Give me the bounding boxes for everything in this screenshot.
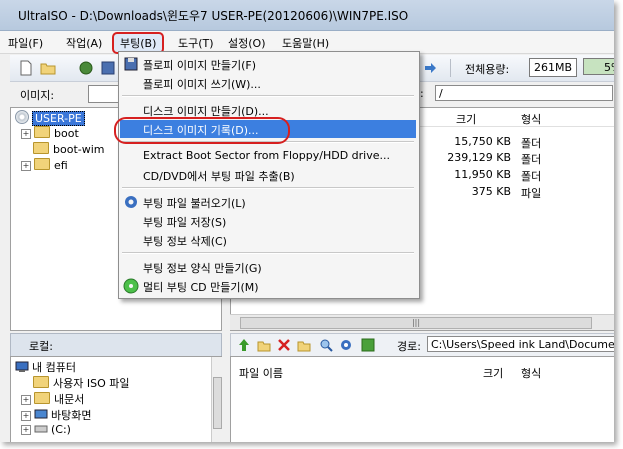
delete-icon[interactable] (277, 338, 291, 352)
window-title: UltraISO - D:\Downloads\윈도우7 USER-PE(201… (18, 9, 409, 23)
menu-item-make-multiboot-cd[interactable]: 멀티 부팅 CD 만들기(M) (120, 277, 416, 295)
expand-icon[interactable]: + (21, 129, 31, 139)
new-folder-icon[interactable] (257, 338, 271, 352)
menu-item-load-boot-file[interactable]: 부팅 파일 불러오기(L) (120, 193, 416, 211)
scroll-thumb[interactable] (213, 377, 222, 429)
expand-icon[interactable]: + (21, 395, 31, 405)
local-file-list: 파일 이름 크기 형식 (230, 356, 614, 442)
toolbar-separator (450, 59, 451, 77)
extract-icon[interactable] (78, 60, 94, 76)
menu-item-extract-boot-sector[interactable]: Extract Boot Sector from Floppy/HDD driv… (120, 147, 416, 165)
folder-icon (34, 392, 50, 404)
refresh-icon[interactable] (361, 338, 375, 352)
folder-icon (33, 142, 49, 154)
desktop-icon (34, 409, 48, 419)
menu-actions[interactable]: 작업(A) (66, 35, 102, 51)
local-path-field[interactable]: C:\Users\Speed ink Land\Documents (427, 336, 614, 352)
column-size[interactable]: 크기 (483, 365, 503, 381)
menu-separator (122, 252, 414, 254)
menu-separator (122, 187, 414, 189)
menu-help[interactable]: 도움말(H) (282, 35, 329, 51)
column-type[interactable]: 형식 (521, 365, 541, 381)
folder-icon (33, 376, 49, 388)
menu-item-make-floppy-image[interactable]: 플로피 이미지 만들기(F) (120, 55, 416, 73)
menu-item-write-floppy-image[interactable]: 플로피 이미지 쓰기(W)... (120, 74, 416, 92)
expand-icon[interactable]: + (21, 411, 31, 421)
save-icon[interactable] (100, 60, 116, 76)
scroll-thumb[interactable]: ||| (240, 317, 592, 329)
column-size[interactable]: 크기 (456, 111, 476, 127)
tree-item-my-documents[interactable]: + 내문서 (21, 391, 84, 407)
tree-item-desktop[interactable]: + 바탕화면 (21, 407, 91, 423)
local-label: 로컬: (29, 340, 53, 353)
ultraiso-window: UltraISO - D:\Downloads\윈도우7 USER-PE(201… (0, 0, 614, 442)
local-toolbar: 경로: C:\Users\Speed ink Land\Documents (230, 333, 614, 357)
column-type[interactable]: 형식 (521, 111, 541, 127)
menu-item-extract-boot-file[interactable]: CD/DVD에서 부팅 파일 추출(B) (120, 166, 416, 184)
next-arrow-icon[interactable] (422, 60, 438, 76)
expand-icon[interactable]: + (21, 161, 31, 171)
title-bar: UltraISO - D:\Downloads\윈도우7 USER-PE(201… (0, 0, 614, 31)
tree-item-my-computer[interactable]: 내 컴퓨터 (15, 359, 76, 375)
image-type-field[interactable] (88, 85, 120, 103)
computer-icon (15, 361, 29, 372)
tree-item-boot-wim[interactable]: boot-wim (33, 142, 105, 158)
local-header: 로컬: (10, 333, 222, 357)
drive-icon (34, 425, 48, 433)
iso-path-field[interactable]: / (435, 85, 613, 101)
up-arrow-icon[interactable] (237, 338, 251, 352)
menu-file[interactable]: 파일(F) (8, 35, 43, 51)
menu-item-make-boot-info-template[interactable]: 부팅 정보 양식 만들기(G) (120, 258, 416, 276)
capacity-value: 261MB (529, 58, 577, 77)
boot-dropdown-menu: 플로피 이미지 만들기(F) 플로피 이미지 쓰기(W)... 디스크 이미지 … (118, 51, 420, 299)
tree-root[interactable]: USER-PE (15, 110, 85, 126)
local-tree: 내 컴퓨터 사용자 ISO 파일 + 내문서 + 바탕화면 + (C:) (10, 356, 222, 442)
new-file-icon[interactable] (18, 60, 34, 76)
annotation-highlight-oval (114, 117, 290, 144)
usage-percent: 5% (583, 58, 614, 75)
tree-item-boot[interactable]: + boot (21, 126, 79, 142)
menu-options[interactable]: 설정(O) (228, 35, 265, 51)
horizontal-scrollbar[interactable]: ||| (230, 314, 614, 330)
open-folder-icon[interactable] (40, 60, 56, 76)
folder-icon (34, 126, 50, 138)
cd-icon (15, 110, 29, 124)
capacity-label: 전체용량: (465, 63, 510, 76)
folder-icon[interactable] (297, 338, 311, 352)
tree-item-drive-c[interactable]: + (C:) (21, 423, 71, 439)
menu-separator (122, 95, 414, 97)
folder-icon (34, 158, 50, 170)
vertical-scrollbar[interactable] (211, 357, 222, 442)
iso-path-label: : (420, 87, 424, 100)
tree-item-efi[interactable]: + efi (21, 158, 68, 174)
tree-item-user-iso[interactable]: 사용자 ISO 파일 (33, 375, 129, 391)
expand-icon[interactable]: + (21, 425, 31, 435)
menu-item-clear-boot-info[interactable]: 부팅 정보 삭제(C) (120, 231, 416, 249)
column-filename[interactable]: 파일 이름 (239, 365, 283, 381)
image-label: 이미지: (20, 89, 55, 102)
local-path-label: 경로: (397, 340, 421, 353)
gear-icon[interactable] (339, 338, 353, 352)
menu-item-save-boot-file[interactable]: 부팅 파일 저장(S) (120, 212, 416, 230)
green-disc-icon (123, 278, 139, 294)
gear-icon (125, 196, 137, 208)
tree-root-label: USER-PE (32, 111, 85, 126)
menu-tools[interactable]: 도구(T) (178, 35, 214, 51)
floppy-icon (124, 57, 138, 71)
search-icon[interactable] (319, 338, 333, 352)
